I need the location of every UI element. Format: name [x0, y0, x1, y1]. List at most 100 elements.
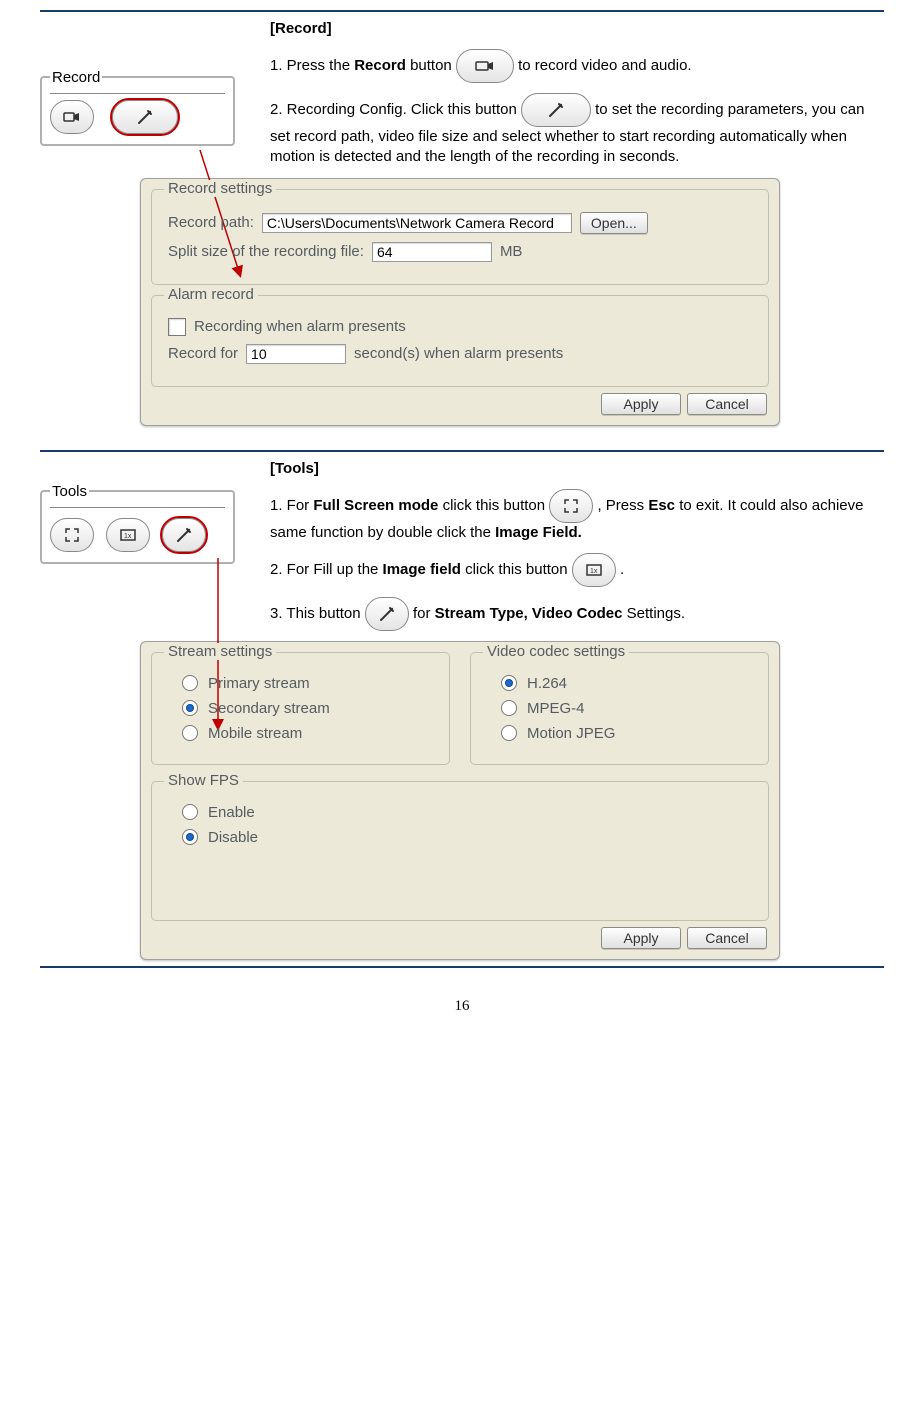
radio-label: Enable	[208, 804, 255, 821]
record-button[interactable]	[50, 100, 94, 134]
tools-step3: 3. This button for Stream Type, Video Co…	[270, 597, 884, 631]
record-panel-label: Record	[50, 69, 102, 86]
text-bold: Full Screen mode	[313, 496, 438, 513]
record-for-label: Record for	[168, 345, 238, 362]
alarm-seconds-input[interactable]	[246, 344, 346, 364]
radio-icon	[182, 675, 198, 691]
svg-text:1x: 1x	[590, 568, 598, 575]
disable-fps-row[interactable]: Disable	[182, 829, 752, 846]
apply-button[interactable]: Apply	[601, 927, 681, 949]
radio-icon	[182, 804, 198, 820]
legend: Stream settings	[164, 643, 276, 660]
text: click this button	[461, 561, 572, 578]
radio-icon	[501, 675, 517, 691]
legend: Show FPS	[164, 772, 243, 789]
split-size-label: Split size of the recording file:	[168, 243, 364, 260]
radio-icon	[182, 829, 198, 845]
fullscreen-button-icon	[549, 489, 593, 523]
legend: Alarm record	[164, 286, 258, 303]
record-title: [Record]	[270, 20, 884, 37]
tools-section: [Tools] 1. For Full Screen mode click th…	[40, 460, 884, 960]
text: 1. Press the	[270, 57, 354, 74]
radio-icon	[182, 700, 198, 716]
radio-label: MPEG-4	[527, 700, 585, 717]
fill-button-icon: 1x	[572, 553, 616, 587]
alarm-check-label: Recording when alarm presents	[194, 318, 406, 335]
cancel-button[interactable]: Cancel	[687, 927, 767, 949]
record-path-input[interactable]	[262, 213, 572, 233]
text-bold: Image Field.	[495, 524, 582, 541]
stream-settings-dialog: Stream settings Primary stream Secondary…	[140, 641, 780, 960]
stream-settings-button[interactable]	[162, 518, 206, 552]
settings-button-icon	[521, 93, 591, 127]
record-settings-fieldset: Record settings Record path: Open... Spl…	[151, 189, 769, 285]
tools-panel: Tools 1x	[40, 490, 235, 564]
record-section: [Record] 1. Press the Record button to r…	[40, 20, 884, 426]
text: 1. For	[270, 496, 313, 513]
record-step1: 1. Press the Record button to record vid…	[270, 49, 884, 83]
h264-row[interactable]: H.264	[501, 675, 752, 692]
open-button[interactable]: Open...	[580, 212, 648, 234]
radio-icon	[501, 700, 517, 716]
radio-icon	[501, 725, 517, 741]
secondary-stream-row[interactable]: Secondary stream	[182, 700, 433, 717]
text: for	[413, 605, 435, 622]
record-panel: Record	[40, 76, 235, 146]
record-step2: 2. Recording Config. Click this button t…	[270, 93, 884, 168]
text-bold: Record	[354, 57, 406, 74]
record-config-button[interactable]	[112, 100, 178, 134]
radio-icon	[182, 725, 198, 741]
alarm-checkbox[interactable]	[168, 318, 186, 336]
primary-stream-row[interactable]: Primary stream	[182, 675, 433, 692]
alarm-duration-row: Record for second(s) when alarm presents	[168, 344, 752, 364]
enable-fps-row[interactable]: Enable	[182, 804, 752, 821]
alarm-check-row: Recording when alarm presents	[168, 318, 752, 336]
page-number: 16	[40, 998, 884, 1015]
record-button-icon	[456, 49, 514, 83]
radio-label: Motion JPEG	[527, 725, 615, 742]
text: 3. This button	[270, 605, 365, 622]
record-path-label: Record path:	[168, 214, 254, 231]
tools-step1: 1. For Full Screen mode click this butto…	[270, 489, 884, 543]
radio-label: Mobile stream	[208, 725, 302, 742]
text-bold: Image field	[383, 561, 461, 578]
text: to record video and audio.	[518, 57, 691, 74]
cancel-button[interactable]: Cancel	[687, 393, 767, 415]
text: .	[620, 561, 624, 578]
seconds-tail-label: second(s) when alarm presents	[354, 345, 563, 362]
text: , Press	[597, 496, 648, 513]
radio-label: Primary stream	[208, 675, 310, 692]
mjpeg-row[interactable]: Motion JPEG	[501, 725, 752, 742]
video-codec-fieldset: Video codec settings H.264 MPEG-4 Motion…	[470, 652, 769, 765]
legend: Video codec settings	[483, 643, 629, 660]
text: 2. Recording Config. Click this button	[270, 101, 521, 118]
svg-text:1x: 1x	[124, 533, 132, 540]
split-size-input[interactable]	[372, 242, 492, 262]
tools-title: [Tools]	[270, 460, 884, 477]
text: button	[406, 57, 456, 74]
radio-label: Secondary stream	[208, 700, 330, 717]
text: Settings.	[623, 605, 686, 622]
fullscreen-button[interactable]	[50, 518, 94, 552]
fill-button[interactable]: 1x	[106, 518, 150, 552]
tools-step2: 2. For Fill up the Image field click thi…	[270, 553, 884, 587]
text: 2. For Fill up the	[270, 561, 383, 578]
text: click this button	[438, 496, 549, 513]
show-fps-fieldset: Show FPS Enable Disable	[151, 781, 769, 921]
mpeg4-row[interactable]: MPEG-4	[501, 700, 752, 717]
alarm-record-fieldset: Alarm record Recording when alarm presen…	[151, 295, 769, 387]
apply-button[interactable]: Apply	[601, 393, 681, 415]
radio-label: H.264	[527, 675, 567, 692]
stream-settings-fieldset: Stream settings Primary stream Secondary…	[151, 652, 450, 765]
split-size-row: Split size of the recording file: MB	[168, 242, 752, 262]
legend: Record settings	[164, 180, 276, 197]
tools-panel-label: Tools	[50, 483, 89, 500]
text-bold: Esc	[648, 496, 675, 513]
radio-label: Disable	[208, 829, 258, 846]
record-path-row: Record path: Open...	[168, 212, 752, 234]
mb-label: MB	[500, 243, 523, 260]
stream-settings-button-icon	[365, 597, 409, 631]
mobile-stream-row[interactable]: Mobile stream	[182, 725, 433, 742]
text-bold: Stream Type, Video Codec	[435, 605, 623, 622]
record-settings-dialog: Record settings Record path: Open... Spl…	[140, 178, 780, 426]
